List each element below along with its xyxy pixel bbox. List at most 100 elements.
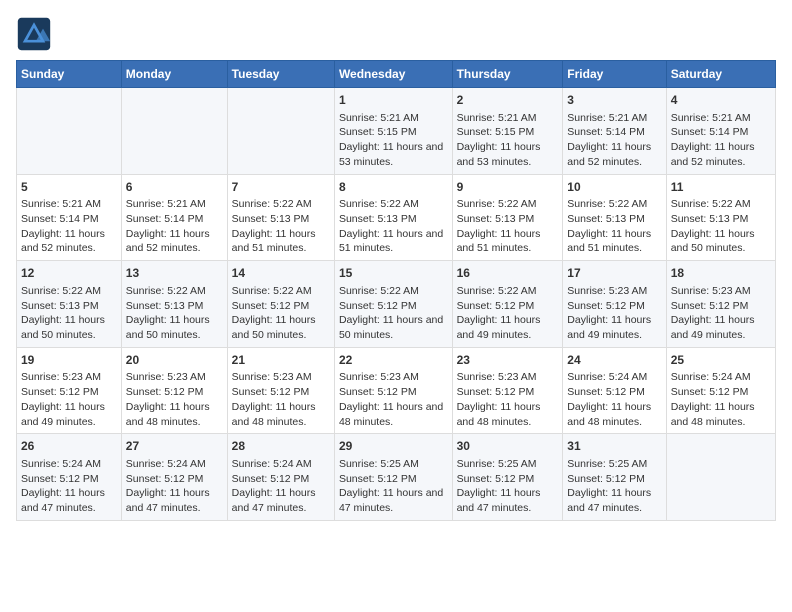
cell-info: Sunset: 5:12 PM <box>457 299 559 314</box>
calendar-cell <box>666 434 775 521</box>
cell-info: Sunrise: 5:22 AM <box>232 284 330 299</box>
calendar-cell: 6Sunrise: 5:21 AMSunset: 5:14 PMDaylight… <box>121 174 227 261</box>
cell-info: Sunrise: 5:23 AM <box>339 370 448 385</box>
day-number: 13 <box>126 265 223 282</box>
calendar-cell: 27Sunrise: 5:24 AMSunset: 5:12 PMDayligh… <box>121 434 227 521</box>
cell-info: Sunset: 5:12 PM <box>21 385 117 400</box>
cell-info: Sunset: 5:12 PM <box>126 472 223 487</box>
day-number: 20 <box>126 352 223 369</box>
calendar-cell: 23Sunrise: 5:23 AMSunset: 5:12 PMDayligh… <box>452 347 563 434</box>
weekday-header-row: SundayMondayTuesdayWednesdayThursdayFrid… <box>17 61 776 88</box>
week-row-1: 1Sunrise: 5:21 AMSunset: 5:15 PMDaylight… <box>17 88 776 175</box>
calendar-cell: 31Sunrise: 5:25 AMSunset: 5:12 PMDayligh… <box>563 434 666 521</box>
cell-info: Daylight: 11 hours and 52 minutes. <box>21 227 117 256</box>
cell-info: Sunrise: 5:25 AM <box>457 457 559 472</box>
day-number: 11 <box>671 179 771 196</box>
calendar-cell: 2Sunrise: 5:21 AMSunset: 5:15 PMDaylight… <box>452 88 563 175</box>
cell-info: Daylight: 11 hours and 49 minutes. <box>21 400 117 429</box>
cell-info: Daylight: 11 hours and 48 minutes. <box>567 400 661 429</box>
calendar-cell: 20Sunrise: 5:23 AMSunset: 5:12 PMDayligh… <box>121 347 227 434</box>
cell-info: Sunrise: 5:22 AM <box>671 197 771 212</box>
cell-info: Sunrise: 5:22 AM <box>232 197 330 212</box>
cell-info: Daylight: 11 hours and 47 minutes. <box>567 486 661 515</box>
calendar-table: SundayMondayTuesdayWednesdayThursdayFrid… <box>16 60 776 521</box>
calendar-cell <box>227 88 334 175</box>
calendar-cell: 9Sunrise: 5:22 AMSunset: 5:13 PMDaylight… <box>452 174 563 261</box>
cell-info: Daylight: 11 hours and 52 minutes. <box>126 227 223 256</box>
cell-info: Sunset: 5:12 PM <box>671 299 771 314</box>
cell-info: Sunset: 5:12 PM <box>567 385 661 400</box>
cell-info: Sunset: 5:13 PM <box>21 299 117 314</box>
calendar-cell: 12Sunrise: 5:22 AMSunset: 5:13 PMDayligh… <box>17 261 122 348</box>
cell-info: Sunset: 5:12 PM <box>671 385 771 400</box>
cell-info: Daylight: 11 hours and 50 minutes. <box>339 313 448 342</box>
day-number: 19 <box>21 352 117 369</box>
cell-info: Daylight: 11 hours and 51 minutes. <box>567 227 661 256</box>
calendar-cell: 17Sunrise: 5:23 AMSunset: 5:12 PMDayligh… <box>563 261 666 348</box>
day-number: 8 <box>339 179 448 196</box>
cell-info: Sunset: 5:12 PM <box>567 299 661 314</box>
calendar-cell: 28Sunrise: 5:24 AMSunset: 5:12 PMDayligh… <box>227 434 334 521</box>
cell-info: Sunrise: 5:22 AM <box>126 284 223 299</box>
day-number: 17 <box>567 265 661 282</box>
cell-info: Daylight: 11 hours and 53 minutes. <box>339 140 448 169</box>
weekday-header-monday: Monday <box>121 61 227 88</box>
cell-info: Sunrise: 5:21 AM <box>567 111 661 126</box>
cell-info: Daylight: 11 hours and 50 minutes. <box>232 313 330 342</box>
cell-info: Sunset: 5:12 PM <box>126 385 223 400</box>
weekday-header-thursday: Thursday <box>452 61 563 88</box>
cell-info: Daylight: 11 hours and 52 minutes. <box>671 140 771 169</box>
cell-info: Daylight: 11 hours and 47 minutes. <box>126 486 223 515</box>
weekday-header-saturday: Saturday <box>666 61 775 88</box>
day-number: 28 <box>232 438 330 455</box>
cell-info: Sunset: 5:12 PM <box>232 472 330 487</box>
calendar-cell: 24Sunrise: 5:24 AMSunset: 5:12 PMDayligh… <box>563 347 666 434</box>
cell-info: Sunset: 5:14 PM <box>21 212 117 227</box>
cell-info: Sunset: 5:13 PM <box>671 212 771 227</box>
day-number: 5 <box>21 179 117 196</box>
calendar-cell: 16Sunrise: 5:22 AMSunset: 5:12 PMDayligh… <box>452 261 563 348</box>
cell-info: Daylight: 11 hours and 49 minutes. <box>457 313 559 342</box>
day-number: 22 <box>339 352 448 369</box>
cell-info: Sunset: 5:12 PM <box>457 385 559 400</box>
day-number: 27 <box>126 438 223 455</box>
cell-info: Sunrise: 5:23 AM <box>126 370 223 385</box>
cell-info: Sunrise: 5:22 AM <box>339 197 448 212</box>
cell-info: Daylight: 11 hours and 50 minutes. <box>21 313 117 342</box>
cell-info: Daylight: 11 hours and 48 minutes. <box>457 400 559 429</box>
calendar-cell: 15Sunrise: 5:22 AMSunset: 5:12 PMDayligh… <box>334 261 452 348</box>
cell-info: Sunrise: 5:22 AM <box>339 284 448 299</box>
calendar-cell: 8Sunrise: 5:22 AMSunset: 5:13 PMDaylight… <box>334 174 452 261</box>
cell-info: Sunset: 5:13 PM <box>339 212 448 227</box>
calendar-cell: 10Sunrise: 5:22 AMSunset: 5:13 PMDayligh… <box>563 174 666 261</box>
day-number: 16 <box>457 265 559 282</box>
calendar-cell <box>17 88 122 175</box>
cell-info: Sunset: 5:13 PM <box>126 299 223 314</box>
logo-icon <box>16 16 52 52</box>
cell-info: Sunset: 5:14 PM <box>671 125 771 140</box>
weekday-header-tuesday: Tuesday <box>227 61 334 88</box>
cell-info: Sunrise: 5:23 AM <box>21 370 117 385</box>
cell-info: Sunrise: 5:23 AM <box>567 284 661 299</box>
calendar-cell: 1Sunrise: 5:21 AMSunset: 5:15 PMDaylight… <box>334 88 452 175</box>
cell-info: Daylight: 11 hours and 50 minutes. <box>671 227 771 256</box>
day-number: 14 <box>232 265 330 282</box>
cell-info: Sunset: 5:13 PM <box>457 212 559 227</box>
day-number: 18 <box>671 265 771 282</box>
day-number: 2 <box>457 92 559 109</box>
cell-info: Daylight: 11 hours and 47 minutes. <box>21 486 117 515</box>
day-number: 24 <box>567 352 661 369</box>
cell-info: Sunrise: 5:21 AM <box>21 197 117 212</box>
day-number: 21 <box>232 352 330 369</box>
week-row-4: 19Sunrise: 5:23 AMSunset: 5:12 PMDayligh… <box>17 347 776 434</box>
cell-info: Sunset: 5:12 PM <box>232 299 330 314</box>
day-number: 12 <box>21 265 117 282</box>
cell-info: Sunset: 5:13 PM <box>567 212 661 227</box>
cell-info: Sunset: 5:13 PM <box>232 212 330 227</box>
calendar-cell: 30Sunrise: 5:25 AMSunset: 5:12 PMDayligh… <box>452 434 563 521</box>
cell-info: Sunrise: 5:23 AM <box>232 370 330 385</box>
calendar-cell: 18Sunrise: 5:23 AMSunset: 5:12 PMDayligh… <box>666 261 775 348</box>
day-number: 15 <box>339 265 448 282</box>
cell-info: Sunset: 5:12 PM <box>339 385 448 400</box>
day-number: 1 <box>339 92 448 109</box>
